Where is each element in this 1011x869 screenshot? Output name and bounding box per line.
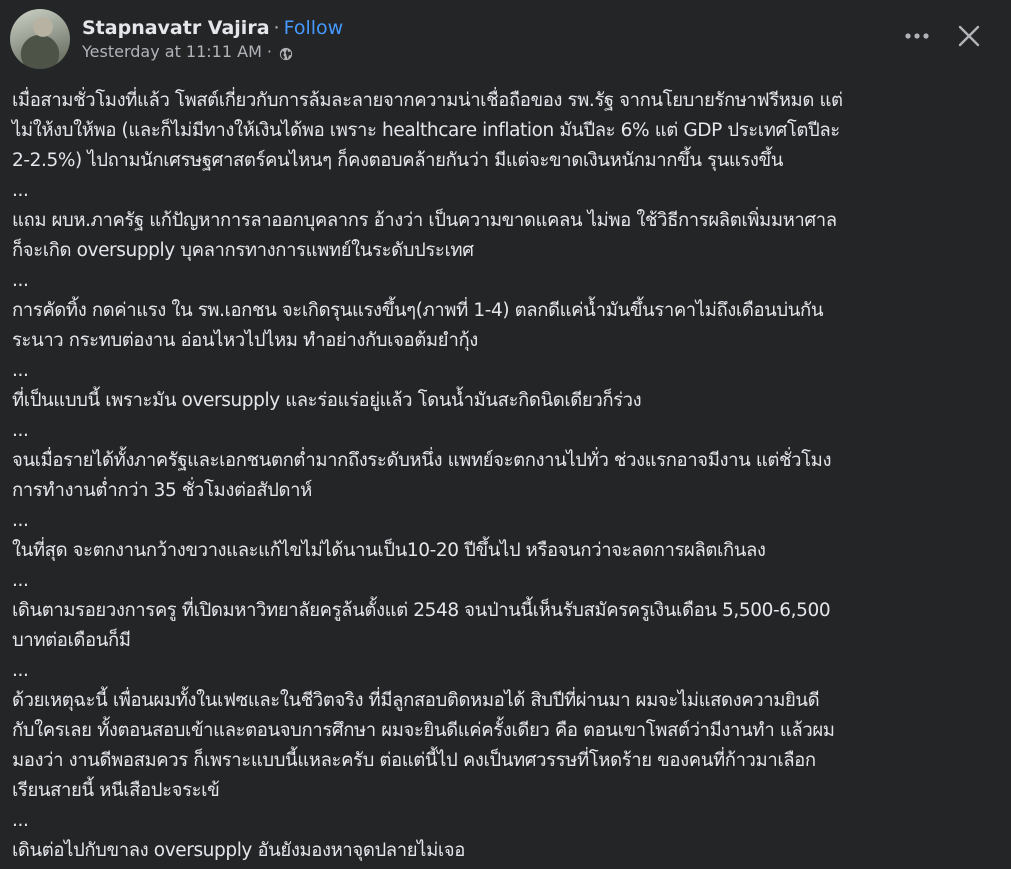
author-meta: Stapnavatr Vajira · Follow Yesterday at 11… bbox=[82, 15, 343, 63]
post-separator: ... bbox=[12, 510, 29, 531]
post-actions bbox=[897, 16, 989, 56]
post-header: Stapnavatr Vajira · Follow Yesterday at 11… bbox=[10, 8, 343, 70]
facebook-post: Stapnavatr Vajira · Follow Yesterday at 11… bbox=[0, 0, 1011, 869]
post-separator: ... bbox=[12, 420, 29, 441]
post-line: เรียนสายนี้ หนีเสือปะจระเข้ bbox=[12, 780, 220, 801]
post-line: ไม่ให้งบให้พอ (และก็ไม่มีทางให้เงินได้พอ… bbox=[12, 120, 840, 141]
time-separator: · bbox=[266, 42, 272, 61]
post-separator: ... bbox=[12, 810, 29, 831]
time-row: Yesterday at 11:11 AM · bbox=[82, 41, 343, 63]
post-line: เดินตามรอยวงการครู ที่เปิดมหาวิทยาลัยครู… bbox=[12, 600, 831, 621]
post-line: ระนาว กระทบต่องาน อ่อนไหวไปไหม ทำอย่างกั… bbox=[12, 330, 478, 351]
post-line: บาทต่อเดือนก็มี bbox=[12, 630, 131, 651]
post-line: เมื่อสามชั่วโมงที่แล้ว โพสต์เกี่ยวกับการ… bbox=[12, 90, 843, 111]
post-line: 2-2.5%) ไปถามนักเศรษฐศาสตร์คนไหนๆ ก็คงตอ… bbox=[12, 150, 784, 171]
author-avatar[interactable] bbox=[10, 9, 70, 69]
more-options-button[interactable] bbox=[897, 16, 937, 56]
post-line: เดินต่อไปกับขาลง oversupply อันยังมองหาจ… bbox=[12, 840, 465, 861]
post-timestamp[interactable]: Yesterday at 11:11 AM bbox=[82, 41, 262, 63]
post-line: กับใครเลย ทั้งตอนสอบเข้าและตอนจบการศึกษา… bbox=[12, 720, 835, 741]
post-line: การทำงานต่ำกว่า 35 ชั่วโมงต่อสัปดาห์ bbox=[12, 480, 312, 501]
globe-icon[interactable] bbox=[279, 45, 293, 61]
post-line: การคัดทิ้ง กดค่าแรง ใน รพ.เอกชน จะเกิดรุ… bbox=[12, 300, 824, 321]
close-icon bbox=[958, 25, 980, 47]
post-separator: ... bbox=[12, 660, 29, 681]
post-line: ด้วยเหตุฉะนี้ เพื่อนผมทั้งในเฟซและในชีวิ… bbox=[12, 690, 820, 711]
name-row: Stapnavatr Vajira · Follow bbox=[82, 15, 343, 41]
post-body: เมื่อสามชั่วโมงที่แล้ว โพสต์เกี่ยวกับการ… bbox=[12, 86, 997, 866]
close-button[interactable] bbox=[949, 16, 989, 56]
name-separator: · bbox=[273, 17, 280, 39]
author-name[interactable]: Stapnavatr Vajira bbox=[82, 17, 270, 39]
follow-button[interactable]: Follow bbox=[284, 17, 344, 39]
post-line: แถม ผบห.ภาครัฐ แก้ปัญหาการลาออกบุคลากร อ… bbox=[12, 210, 837, 231]
post-line: มองว่า งานดีพอสมควร ก็เพราะแบบนี้แหละครั… bbox=[12, 750, 816, 771]
post-separator: ... bbox=[12, 360, 29, 381]
post-separator: ... bbox=[12, 270, 29, 291]
post-line: ก็จะเกิด oversupply บุคลากรทางการแพทย์ใน… bbox=[12, 240, 474, 261]
post-separator: ... bbox=[12, 570, 29, 591]
more-horizontal-icon bbox=[905, 33, 929, 39]
post-line: จนเมื่อรายได้ทั้งภาครัฐและเอกชนตกต่ำมากถ… bbox=[12, 450, 832, 471]
post-line: ที่เป็นแบบนี้ เพราะมัน oversupply และร่อ… bbox=[12, 390, 642, 411]
post-separator: ... bbox=[12, 180, 29, 201]
post-line: ในที่สุด จะตกงานกว้างขวางและแก้ไขไม่ได้น… bbox=[12, 540, 766, 561]
